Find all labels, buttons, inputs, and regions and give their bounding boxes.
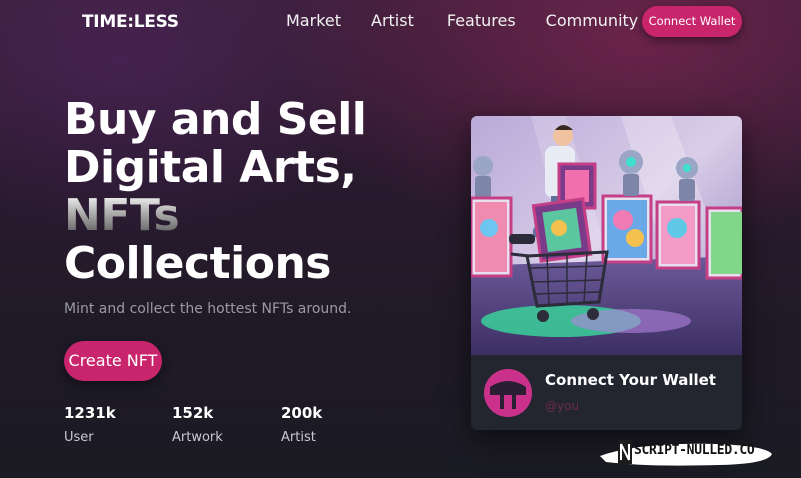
connect-wallet-button[interactable]: Connect Wallet bbox=[642, 6, 742, 37]
avatar-logo-icon bbox=[484, 369, 532, 417]
hero-title: Buy and Sell Digital Arts, NFTs Collecti… bbox=[64, 94, 367, 289]
main-nav: Market Artist Features Community bbox=[286, 11, 668, 30]
nav-link-features[interactable]: Features bbox=[447, 11, 516, 30]
hero-title-line-1: Buy and Sell bbox=[64, 94, 367, 145]
stat-artist: 200k Artist bbox=[281, 404, 322, 445]
brand-logo[interactable]: TIME:LESS bbox=[82, 12, 179, 32]
hero-title-line-3: NFTs bbox=[64, 192, 366, 240]
nft-shopping-illustration bbox=[471, 116, 742, 355]
hero-subtitle: Mint and collect the hottest NFTs around… bbox=[64, 301, 352, 317]
nav-link-market[interactable]: Market bbox=[286, 11, 341, 30]
stat-label: Artwork bbox=[172, 430, 223, 445]
stat-label: Artist bbox=[281, 430, 316, 445]
create-nft-button[interactable]: Create NFT bbox=[64, 341, 162, 381]
nav-link-community[interactable]: Community bbox=[546, 11, 639, 30]
watermark-text: SCRIPT-NULLED.CO bbox=[634, 443, 755, 458]
card-footer: Connect Your Wallet @you bbox=[471, 355, 742, 430]
stat-label: User bbox=[64, 430, 94, 445]
nav-link-artist[interactable]: Artist bbox=[371, 11, 414, 30]
stat-artwork: 152k Artwork bbox=[172, 404, 223, 445]
hero-title-line-2: Digital Arts, bbox=[64, 142, 357, 193]
card-title: Connect Your Wallet bbox=[545, 371, 716, 389]
stat-value: 200k bbox=[281, 404, 323, 422]
stat-users: 1231k User bbox=[64, 404, 116, 445]
nft-card[interactable]: Connect Your Wallet @you bbox=[471, 116, 742, 430]
stat-value: 152k bbox=[172, 404, 214, 422]
hero-title-line-4: Collections bbox=[64, 238, 331, 289]
stat-value: 1231k bbox=[64, 404, 116, 422]
card-handle[interactable]: @you bbox=[545, 399, 579, 413]
